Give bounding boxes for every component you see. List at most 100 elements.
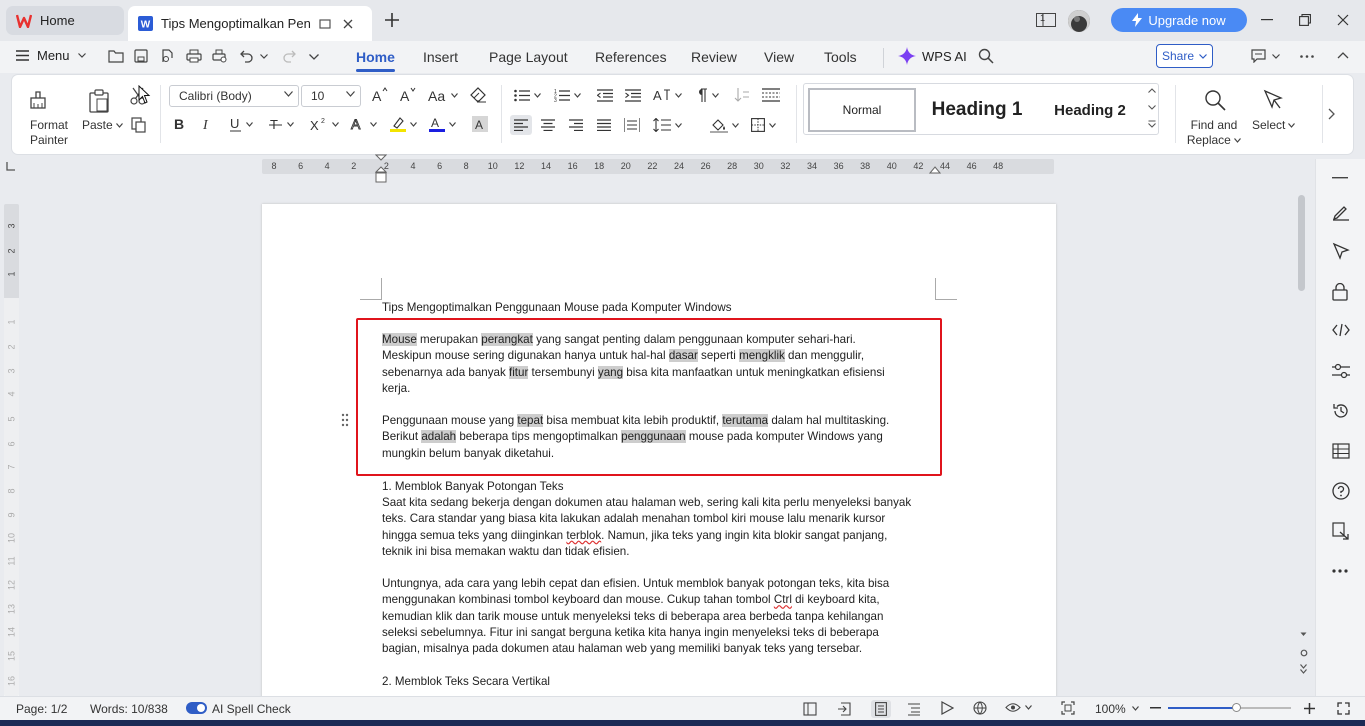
tab-document[interactable]: W Tips Mengoptimalkan Penggu bbox=[128, 6, 372, 41]
tab-window-icon[interactable] bbox=[319, 18, 331, 30]
paragraph-mark-icon[interactable] bbox=[696, 88, 719, 102]
tab-home-ribbon[interactable]: Home bbox=[356, 49, 395, 72]
style-heading-1[interactable]: Heading 1 bbox=[922, 88, 1032, 132]
spell-check-toggle[interactable] bbox=[186, 702, 207, 714]
ribbon-next-icon[interactable] bbox=[1328, 108, 1335, 120]
avatar[interactable] bbox=[1068, 10, 1090, 32]
export-pdf-icon[interactable] bbox=[160, 49, 174, 63]
print-icon[interactable] bbox=[186, 49, 202, 63]
decrease-font-icon[interactable]: A bbox=[400, 87, 416, 103]
distribute-icon[interactable] bbox=[624, 118, 640, 132]
decrease-indent-icon[interactable] bbox=[597, 89, 613, 102]
copy-icon[interactable] bbox=[131, 117, 147, 133]
find-replace-label-row[interactable]: Find and Replace bbox=[1184, 118, 1244, 148]
bold-icon[interactable]: B bbox=[174, 117, 186, 131]
underline-icon[interactable]: U bbox=[230, 117, 253, 132]
font-size-select[interactable]: 10 bbox=[301, 85, 361, 107]
scroll-select-object-icon[interactable] bbox=[1300, 649, 1308, 657]
shading-icon[interactable] bbox=[710, 117, 739, 133]
align-right-icon[interactable] bbox=[569, 119, 583, 131]
tab-close-icon[interactable] bbox=[343, 19, 353, 29]
zoom-out-icon[interactable] bbox=[1150, 707, 1161, 709]
zoom-slider[interactable] bbox=[1168, 703, 1291, 712]
left-indent-marker[interactable] bbox=[375, 154, 387, 184]
outline-icon[interactable] bbox=[1332, 443, 1350, 459]
change-case-icon[interactable]: Aa bbox=[428, 87, 458, 103]
sort-icon[interactable] bbox=[734, 88, 750, 102]
find-replace-button[interactable] bbox=[1204, 89, 1226, 111]
print-preview-icon[interactable] bbox=[212, 49, 228, 63]
tab-view[interactable]: View bbox=[764, 49, 794, 65]
web-layout-icon[interactable] bbox=[973, 701, 987, 715]
strikethrough-icon[interactable]: T bbox=[269, 117, 294, 131]
save-icon[interactable] bbox=[134, 49, 148, 63]
style-heading-2[interactable]: Heading 2 bbox=[1042, 88, 1138, 132]
more-quick-access-icon[interactable] bbox=[309, 54, 319, 60]
tab-insert[interactable]: Insert bbox=[423, 49, 458, 65]
zoom-slider-thumb[interactable] bbox=[1232, 703, 1241, 712]
collapse-ribbon-icon[interactable] bbox=[1337, 52, 1349, 59]
lock-icon[interactable] bbox=[1332, 283, 1348, 301]
styles-scroll-up-icon[interactable] bbox=[1148, 88, 1156, 93]
pointer-icon[interactable] bbox=[1332, 242, 1350, 260]
scroll-next-page-icon[interactable] bbox=[1300, 664, 1307, 674]
collapse-panel-icon[interactable] bbox=[1332, 177, 1348, 179]
document-page[interactable]: Tips Mengoptimalkan Penggunaan Mouse pad… bbox=[262, 204, 1056, 704]
paste-label-row[interactable]: Paste bbox=[82, 118, 123, 133]
close-window-icon[interactable] bbox=[1336, 12, 1350, 28]
word-count[interactable]: Words: 10/838 bbox=[90, 702, 168, 716]
help-icon[interactable] bbox=[1332, 482, 1350, 500]
paste-button[interactable] bbox=[88, 89, 110, 113]
select-button[interactable] bbox=[1263, 89, 1283, 111]
ruler-corner-icon[interactable] bbox=[6, 161, 16, 171]
code-icon[interactable] bbox=[1332, 323, 1350, 337]
redo-icon[interactable] bbox=[282, 49, 296, 63]
folder-open-icon[interactable] bbox=[108, 49, 124, 63]
styles-expand-icon[interactable] bbox=[1148, 120, 1156, 128]
export-icon[interactable] bbox=[837, 702, 851, 716]
borders-icon[interactable] bbox=[751, 118, 776, 132]
read-mode-icon[interactable] bbox=[803, 702, 817, 716]
share-button[interactable]: Share bbox=[1156, 44, 1213, 68]
maximize-icon[interactable] bbox=[1298, 12, 1312, 28]
font-name-select[interactable]: Calibri (Body) bbox=[169, 85, 299, 107]
numbering-icon[interactable]: 123 bbox=[554, 89, 581, 102]
comment-icon[interactable] bbox=[1251, 49, 1280, 63]
chinese-layout-icon[interactable]: A bbox=[653, 88, 682, 102]
history-icon[interactable] bbox=[1332, 402, 1350, 420]
line-spacing-icon[interactable] bbox=[653, 118, 682, 132]
more-tools-icon[interactable] bbox=[1332, 569, 1348, 573]
fullscreen-icon[interactable] bbox=[1337, 702, 1350, 715]
pen-icon[interactable] bbox=[1332, 203, 1350, 221]
minimize-icon[interactable] bbox=[1260, 12, 1274, 28]
align-left-icon[interactable] bbox=[510, 115, 532, 135]
italic-icon[interactable]: I bbox=[202, 117, 214, 131]
new-tab-plus-icon[interactable] bbox=[384, 12, 400, 28]
justify-icon[interactable] bbox=[597, 119, 611, 131]
table-border-icon[interactable] bbox=[762, 88, 780, 102]
char-shading-icon[interactable]: A bbox=[472, 116, 488, 132]
tab-page-layout[interactable]: Page Layout bbox=[489, 49, 568, 65]
text-effect-icon[interactable]: A bbox=[350, 117, 377, 132]
more-options-icon[interactable] bbox=[1300, 55, 1314, 58]
upgrade-button[interactable]: Upgrade now bbox=[1111, 8, 1247, 32]
wps-ai-button[interactable]: WPS AI bbox=[898, 47, 967, 65]
undo-icon[interactable] bbox=[240, 49, 254, 63]
style-normal[interactable]: Normal bbox=[808, 88, 916, 132]
increase-indent-icon[interactable] bbox=[625, 89, 641, 102]
bullets-icon[interactable] bbox=[514, 89, 541, 102]
menu-button[interactable]: Menu bbox=[16, 48, 86, 63]
right-indent-marker[interactable] bbox=[929, 166, 941, 176]
clear-format-icon[interactable] bbox=[470, 87, 488, 103]
tab-review[interactable]: Review bbox=[691, 49, 737, 65]
styles-scroll-down-icon[interactable] bbox=[1148, 105, 1156, 110]
page-view-icon[interactable] bbox=[871, 700, 891, 718]
eye-protection-icon[interactable] bbox=[1005, 702, 1032, 713]
outline-view-icon[interactable] bbox=[907, 702, 921, 716]
superscript-icon[interactable]: X2 bbox=[310, 117, 339, 131]
vertical-scrollbar[interactable] bbox=[1294, 159, 1314, 696]
tab-home[interactable]: Home bbox=[6, 6, 124, 35]
select-label-row[interactable]: Select bbox=[1252, 118, 1296, 133]
tab-references[interactable]: References bbox=[595, 49, 667, 65]
zoom-dropdown-icon[interactable] bbox=[1132, 706, 1139, 711]
